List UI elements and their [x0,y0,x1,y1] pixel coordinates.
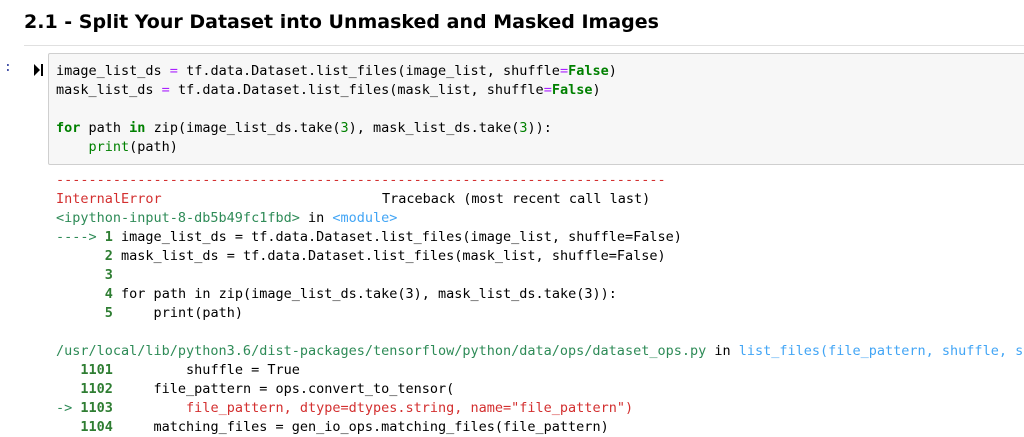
frame1-line: 2 mask_list_ds = tf.data.Dataset.list_fi… [104,248,666,264]
frame1-line: 3 [104,267,113,283]
code-line-2: mask_list_ds = tf.data.Dataset.list_file… [56,82,601,98]
code-line-1: image_list_ds = tf.data.Dataset.list_fil… [56,63,617,79]
section-heading: 2.1 - Split Your Dataset into Unmasked a… [24,11,659,33]
run-cell-icon[interactable] [33,64,45,76]
frame2-line: 1102 file_pattern = ops.convert_to_tenso… [80,381,455,397]
frame1-line: 5 print(path) [104,305,243,321]
frame1-line: ----> 1 image_list_ds = tf.data.Dataset.… [56,229,682,245]
frame2-line: 1104 matching_files = gen_io_ops.matchin… [80,419,609,435]
traceback-separator: ----------------------------------------… [56,172,666,188]
frame2-line: 1101 shuffle = True [80,362,300,378]
code-line-3: for path in zip(image_list_ds.take(3), m… [56,120,552,136]
traceback-header: InternalError Traceback (most recent call… [56,190,650,209]
frame-location-1: <ipython-input-8-db5b49fc1fbd> in <modul… [56,210,398,226]
cell-prompt: : [4,60,12,75]
error-name: InternalError [56,191,162,207]
frame-location-2: /usr/local/lib/python3.6/dist-packages/t… [56,343,1024,359]
frame1-line: 4 for path in zip(image_list_ds.take(3),… [104,286,617,302]
code-line-4: print(path) [88,139,178,155]
traceback-label: Traceback (most recent call last) [382,191,651,207]
frame2-line: -> 1103 file_pattern, dtype=dtypes.strin… [56,400,634,416]
heading-divider [24,45,1024,46]
